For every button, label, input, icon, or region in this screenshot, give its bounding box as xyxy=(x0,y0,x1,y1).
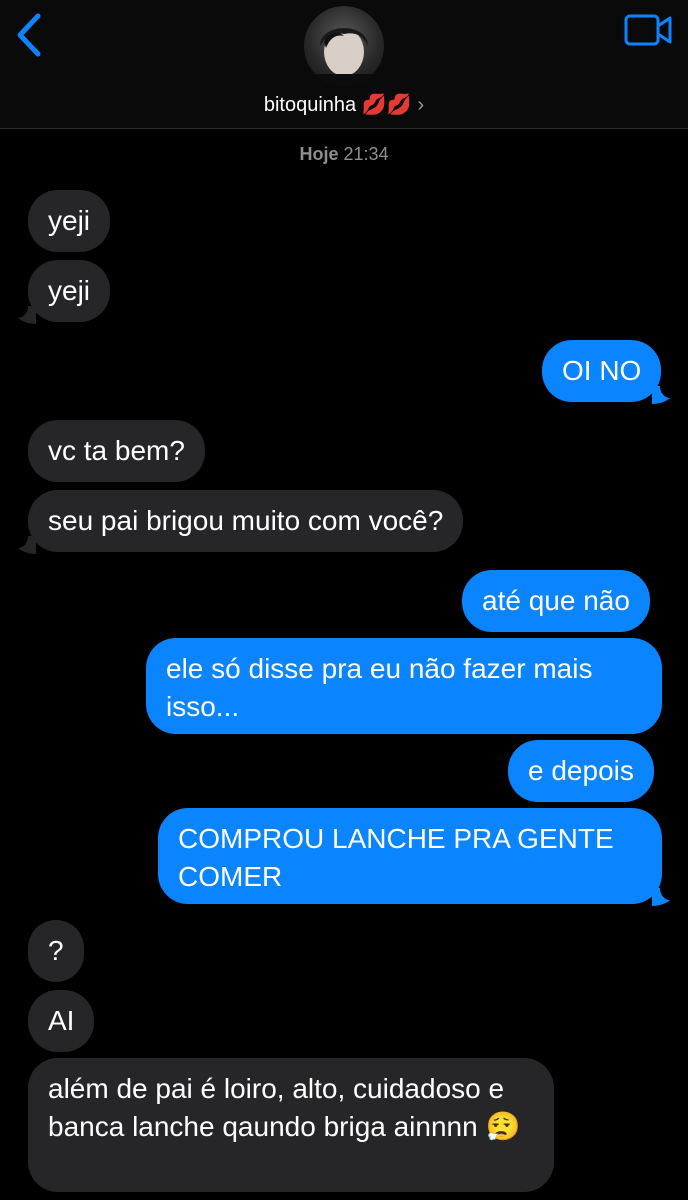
video-call-button[interactable] xyxy=(624,12,674,48)
conversation-timestamp: Hoje 21:34 xyxy=(0,144,688,165)
message-bubble-incoming[interactable]: além de pai é loiro, alto, cuidadoso e b… xyxy=(28,1058,554,1192)
message-bubble-outgoing[interactable]: OI NO xyxy=(542,340,662,402)
message-bubble-outgoing[interactable]: COMPROU LANCHE PRA GENTE COMER xyxy=(158,808,662,904)
timestamp-time: 21:34 xyxy=(343,144,389,164)
message-bubble-outgoing[interactable]: ele só disse pra eu não fazer mais isso.… xyxy=(146,638,662,734)
avatar[interactable] xyxy=(304,6,384,86)
bubble-tail-outgoing xyxy=(652,386,670,404)
bubble-tail-outgoing xyxy=(652,888,670,906)
bubble-tail-incoming xyxy=(18,536,36,554)
video-camera-icon xyxy=(624,14,672,46)
contact-photo xyxy=(304,28,384,86)
conversation-header: bitoquinha 💋💋 › xyxy=(0,0,688,129)
message-bubble-incoming[interactable]: seu pai brigou muito com você? xyxy=(28,490,464,552)
chevron-right-icon: › xyxy=(417,94,425,116)
message-bubble-incoming[interactable]: AI xyxy=(28,990,95,1052)
message-bubble-incoming[interactable]: ? xyxy=(28,920,84,982)
message-bubble-incoming[interactable]: yeji xyxy=(28,260,111,322)
message-bubble-incoming[interactable]: vc ta bem? xyxy=(28,420,205,482)
back-button[interactable] xyxy=(10,10,50,60)
message-bubble-outgoing[interactable]: e depois xyxy=(508,740,654,802)
contact-details-link[interactable]: bitoquinha 💋💋 › xyxy=(0,92,688,117)
timestamp-day: Hoje xyxy=(299,144,339,164)
chevron-left-icon xyxy=(17,13,41,57)
bubble-tail-incoming xyxy=(18,306,36,324)
contact-name: bitoquinha 💋💋 xyxy=(263,94,412,116)
message-bubble-outgoing[interactable]: até que não xyxy=(462,570,650,632)
message-bubble-incoming[interactable]: yeji xyxy=(28,190,111,252)
